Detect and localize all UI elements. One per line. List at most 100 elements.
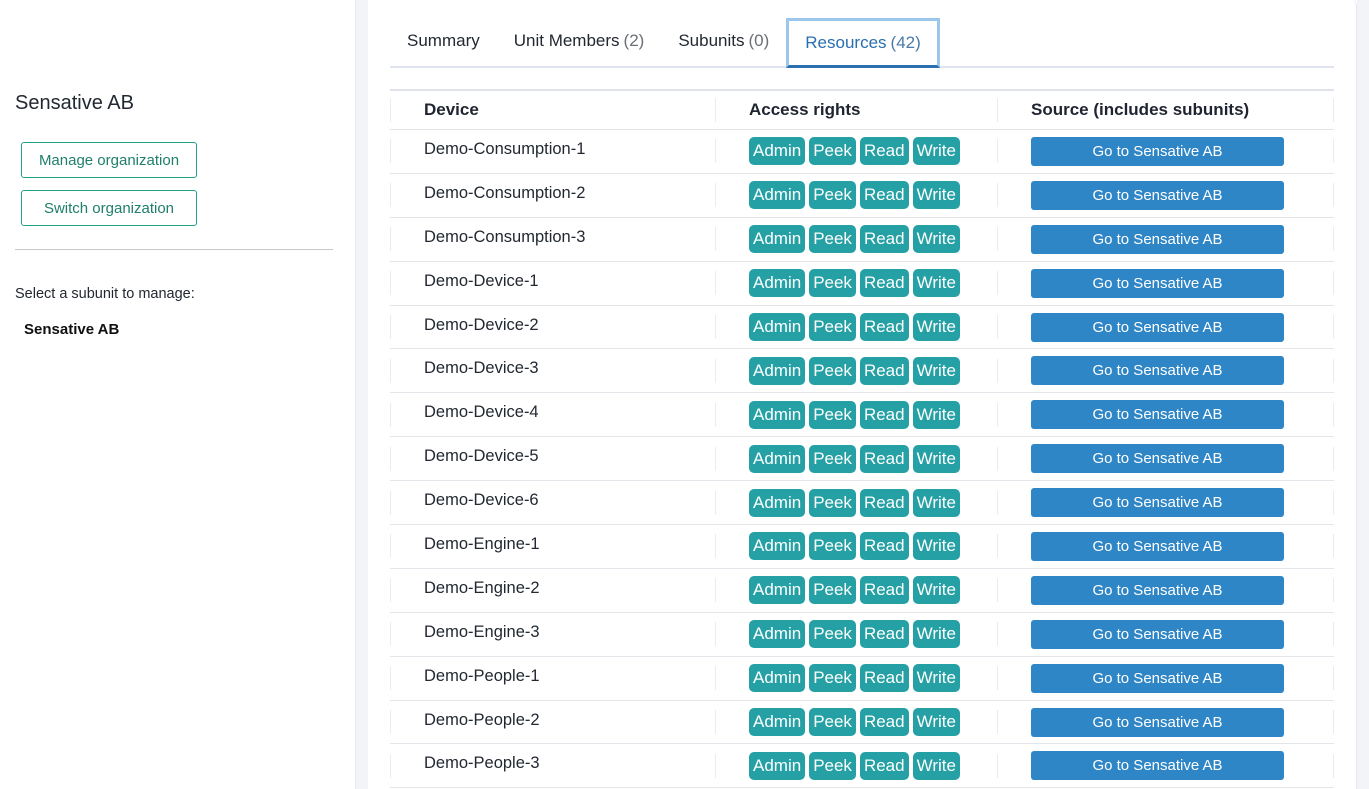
access-badge-peek[interactable]: Peek	[809, 137, 856, 166]
access-badge-admin[interactable]: Admin	[749, 664, 806, 693]
access-badge-peek[interactable]: Peek	[809, 400, 856, 429]
subunit-item[interactable]: Sensative AB	[24, 321, 119, 338]
access-badge-admin[interactable]: Admin	[749, 181, 806, 210]
device-name: Demo-People-3	[424, 754, 540, 773]
table-row: Demo-People-1 Admin Peek Read Write Go to Sen…	[390, 655, 1334, 700]
access-badge-read[interactable]: Read	[859, 620, 909, 649]
access-badge-read[interactable]: Read	[859, 532, 909, 561]
table-row: Demo-People-2 Admin Peek Read Write Go to Sen…	[390, 699, 1334, 744]
access-badge-read[interactable]: Read	[859, 356, 909, 385]
access-rights-cell: Admin Peek Read Write	[715, 613, 997, 656]
access-rights-cell: Admin Peek Read Write	[715, 218, 997, 261]
access-badges: Admin Peek Read Write	[749, 576, 960, 605]
switch-organization-button[interactable]: Switch organization	[21, 190, 197, 226]
go-to-source-button[interactable]: Go to Sensative AB	[1031, 663, 1284, 693]
access-badge-peek[interactable]: Peek	[809, 313, 856, 341]
access-badge-read[interactable]: Read	[859, 751, 909, 780]
go-to-source-button[interactable]: Go to Sensative AB	[1031, 488, 1284, 518]
access-badge-peek[interactable]: Peek	[809, 269, 856, 298]
main-card: Summary Unit Members (2) Subunits (0) Resourc…	[368, 0, 1357, 789]
access-badge-peek[interactable]: Peek	[809, 664, 856, 693]
access-badge-read[interactable]: Read	[859, 313, 909, 341]
access-badge-write[interactable]: Write	[912, 620, 960, 649]
access-badge-write[interactable]: Write	[912, 576, 960, 605]
device-cell: Demo-Consumption-2	[390, 174, 715, 217]
access-badge-admin[interactable]: Admin	[749, 708, 806, 737]
access-badge-peek[interactable]: Peek	[809, 356, 856, 385]
access-badge-write[interactable]: Write	[912, 400, 960, 429]
device-name: Demo-Device-5	[424, 447, 539, 466]
access-badge-peek[interactable]: Peek	[809, 181, 856, 210]
access-badge-write[interactable]: Write	[912, 444, 960, 473]
access-badge-read[interactable]: Read	[859, 181, 909, 210]
access-badge-write[interactable]: Write	[912, 181, 960, 210]
access-badge-admin[interactable]: Admin	[749, 444, 806, 473]
access-badge-write[interactable]: Write	[912, 708, 960, 737]
go-to-source-button[interactable]: Go to Sensative AB	[1031, 707, 1284, 737]
access-badge-admin[interactable]: Admin	[749, 313, 806, 341]
resources-table: Device Access rights Source (includes su…	[390, 89, 1334, 789]
go-to-source-button[interactable]: Go to Sensative AB	[1031, 531, 1284, 561]
access-badge-admin[interactable]: Admin	[749, 488, 806, 517]
access-badge-peek[interactable]: Peek	[809, 751, 856, 780]
access-badge-admin[interactable]: Admin	[749, 400, 806, 429]
access-badge-read[interactable]: Read	[859, 137, 909, 166]
access-badge-peek[interactable]: Peek	[809, 444, 856, 473]
access-badge-write[interactable]: Write	[912, 225, 960, 254]
access-badge-write[interactable]: Write	[912, 313, 960, 341]
source-cell: Go to Sensative AB	[997, 569, 1334, 612]
access-badge-write[interactable]: Write	[912, 269, 960, 298]
access-badge-peek[interactable]: Peek	[809, 225, 856, 254]
go-to-source-button[interactable]: Go to Sensative AB	[1031, 444, 1284, 474]
access-badge-write[interactable]: Write	[912, 137, 960, 166]
access-badge-peek[interactable]: Peek	[809, 488, 856, 517]
source-cell: Go to Sensative AB	[997, 437, 1334, 480]
table-row: Demo-Device-6 Admin Peek Read Write Go to Sen…	[390, 480, 1334, 524]
access-badge-admin[interactable]: Admin	[749, 751, 806, 780]
go-to-source-button[interactable]: Go to Sensative AB	[1031, 619, 1284, 649]
go-to-source-button[interactable]: Go to Sensative AB	[1031, 136, 1284, 166]
access-badge-read[interactable]: Read	[859, 664, 909, 693]
tab-subunits[interactable]: Subunits (0)	[661, 16, 786, 66]
access-badge-read[interactable]: Read	[859, 225, 909, 254]
tab-label: Resources	[805, 33, 887, 52]
access-badge-admin[interactable]: Admin	[749, 137, 806, 166]
access-badge-write[interactable]: Write	[912, 356, 960, 385]
go-to-source-button[interactable]: Go to Sensative AB	[1031, 312, 1284, 342]
access-badge-read[interactable]: Read	[859, 488, 909, 517]
access-badge-peek[interactable]: Peek	[809, 532, 856, 561]
access-badge-write[interactable]: Write	[912, 532, 960, 561]
access-badges: Admin Peek Read Write	[749, 400, 960, 429]
access-badge-read[interactable]: Read	[859, 400, 909, 429]
sidebar: Sensative AB Manage organization Switch …	[0, 0, 355, 789]
access-badge-admin[interactable]: Admin	[749, 532, 806, 561]
access-badge-write[interactable]: Write	[912, 664, 960, 693]
access-badge-admin[interactable]: Admin	[749, 620, 806, 649]
access-badge-write[interactable]: Write	[912, 488, 960, 517]
go-to-source-button[interactable]: Go to Sensative AB	[1031, 751, 1284, 781]
access-badge-peek[interactable]: Peek	[809, 576, 856, 605]
tab-resources[interactable]: Resources (42)	[786, 18, 940, 68]
tab-unit-members[interactable]: Unit Members (2)	[497, 16, 662, 66]
access-badges: Admin Peek Read Write	[749, 269, 960, 298]
tab-summary[interactable]: Summary	[390, 16, 497, 66]
go-to-source-button[interactable]: Go to Sensative AB	[1031, 575, 1284, 605]
go-to-source-button[interactable]: Go to Sensative AB	[1031, 180, 1284, 210]
access-badge-read[interactable]: Read	[859, 269, 909, 298]
access-badge-write[interactable]: Write	[912, 751, 960, 780]
access-badge-peek[interactable]: Peek	[809, 620, 856, 649]
go-to-source-button[interactable]: Go to Sensative AB	[1031, 268, 1284, 298]
access-badge-read[interactable]: Read	[859, 708, 909, 737]
table-row: Demo-Device-2 Admin Peek Read Write Go to Sen…	[390, 304, 1334, 349]
access-badge-admin[interactable]: Admin	[749, 225, 806, 254]
go-to-source-button[interactable]: Go to Sensative AB	[1031, 400, 1284, 430]
go-to-source-button[interactable]: Go to Sensative AB	[1031, 224, 1284, 254]
access-badge-peek[interactable]: Peek	[809, 708, 856, 737]
access-badge-admin[interactable]: Admin	[749, 356, 806, 385]
access-badge-read[interactable]: Read	[859, 444, 909, 473]
manage-organization-button[interactable]: Manage organization	[21, 142, 197, 178]
access-badge-admin[interactable]: Admin	[749, 269, 806, 298]
access-badge-admin[interactable]: Admin	[749, 576, 806, 605]
go-to-source-button[interactable]: Go to Sensative AB	[1031, 356, 1284, 386]
access-badge-read[interactable]: Read	[859, 576, 909, 605]
